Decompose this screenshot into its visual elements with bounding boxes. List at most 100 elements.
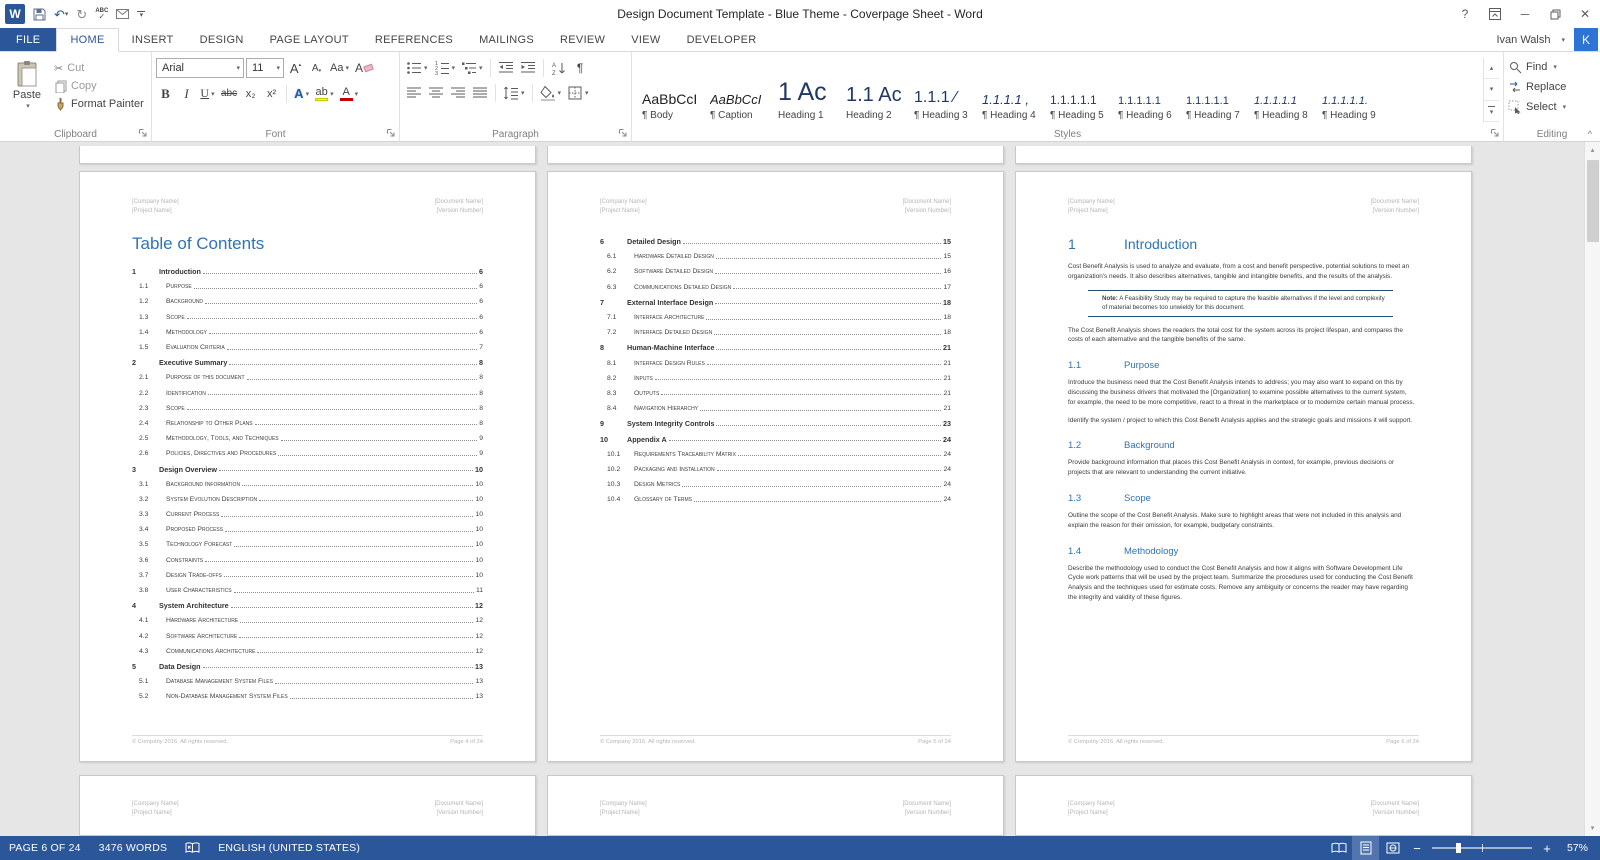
scrollbar-down-arrow[interactable]: ▾: [1585, 820, 1600, 836]
toc-entry[interactable]: 2 Executive Summary 8: [132, 355, 483, 370]
paste-button[interactable]: Paste ▾: [4, 58, 50, 125]
copy-button[interactable]: Copy: [54, 78, 144, 94]
tab-design[interactable]: DESIGN: [187, 28, 257, 51]
style-item-2[interactable]: AaBbCcI ¶ Caption: [704, 59, 770, 123]
page-introduction[interactable]: [Company Name] [Project Name] [Document N…: [1015, 171, 1472, 762]
highlight-color-button[interactable]: ab ▾: [313, 84, 336, 103]
font-name-combobox[interactable]: Arial ▾: [156, 58, 244, 78]
numbering-button[interactable]: 1 2 3 ▾: [432, 58, 458, 77]
toc-entry[interactable]: 2.2 Identification 8: [132, 386, 483, 401]
toc-entry[interactable]: 10 Appendix A 24: [600, 431, 951, 446]
toc-entry[interactable]: 6.2 Software Detailed Design 16: [600, 264, 951, 279]
toc-entry[interactable]: 4 System Architecture 12: [132, 598, 483, 613]
shading-button[interactable]: ▾: [538, 83, 564, 102]
toc-entry[interactable]: 2.1 Purpose of this document 8: [132, 370, 483, 385]
decrease-indent-button[interactable]: [496, 58, 516, 77]
minimize-button[interactable]: ─: [1510, 0, 1540, 28]
cut-button[interactable]: ✂ Cut: [54, 60, 144, 76]
print-layout-button[interactable]: [1352, 836, 1379, 860]
style-item-9[interactable]: 1.1.1.1.1 ¶ Heading 7: [1180, 59, 1246, 123]
toc-entry[interactable]: 8 Human-Machine Interface 21: [600, 340, 951, 355]
help-button[interactable]: ?: [1450, 0, 1480, 28]
toc-entry[interactable]: 3.5 Technology Forecast 10: [132, 537, 483, 552]
paragraph-dialog-launcher[interactable]: [618, 128, 628, 138]
close-button[interactable]: ✕: [1570, 0, 1600, 28]
toc-entry[interactable]: 6.3 Communications Detailed Design 17: [600, 280, 951, 295]
toc-entry[interactable]: 4.2 Software Architecture 12: [132, 629, 483, 644]
read-mode-button[interactable]: [1325, 836, 1352, 860]
zoom-slider-thumb[interactable]: [1456, 843, 1461, 853]
style-item-3[interactable]: 1 Ac Heading 1: [772, 59, 838, 123]
scrollbar-up-arrow[interactable]: ▴: [1585, 142, 1600, 158]
toc-entry[interactable]: 10.3 Design Metrics 24: [600, 477, 951, 492]
line-spacing-button[interactable]: ▾: [501, 83, 527, 102]
superscript-button[interactable]: x²: [262, 84, 281, 103]
style-item-5[interactable]: 1.1.1 ⁄ ¶ Heading 3: [908, 59, 974, 123]
increase-indent-button[interactable]: [518, 58, 538, 77]
format-painter-button[interactable]: Format Painter: [54, 96, 144, 112]
font-size-combobox[interactable]: 11 ▾: [246, 58, 284, 78]
tab-file[interactable]: FILE: [0, 28, 57, 51]
toc-entry[interactable]: 2.4 Relationship to Other Plans 8: [132, 416, 483, 431]
italic-button[interactable]: I: [177, 84, 196, 103]
font-dialog-launcher[interactable]: [386, 128, 396, 138]
customize-quick-access-button[interactable]: ▾: [137, 10, 146, 19]
align-right-button[interactable]: [448, 83, 468, 102]
styles-more-button[interactable]: ▾: [1484, 101, 1499, 122]
toc-entry[interactable]: 3.8 User Characteristics 11: [132, 583, 483, 598]
tab-references[interactable]: REFERENCES: [362, 28, 466, 51]
replace-button[interactable]: Replace: [1508, 78, 1596, 96]
toc-entry[interactable]: 10.1 Requirements Traceability Matrix 24: [600, 447, 951, 462]
show-hide-paragraph-button[interactable]: ¶: [571, 58, 590, 77]
toc-entry[interactable]: 8.2 Inputs 21: [600, 371, 951, 386]
toc-entry[interactable]: 10.4 Glossary of Terms 24: [600, 492, 951, 507]
avatar[interactable]: K: [1574, 28, 1598, 51]
styles-scroll-up-button[interactable]: ▴: [1484, 58, 1499, 80]
tab-home[interactable]: HOME: [56, 28, 119, 52]
strikethrough-button[interactable]: abc: [219, 84, 239, 103]
language-indicator[interactable]: ENGLISH (UNITED STATES): [209, 836, 369, 860]
toc-entry[interactable]: 5.1 Database Management System Files 13: [132, 674, 483, 689]
grow-font-button[interactable]: A ▴: [286, 59, 305, 78]
toc-entry[interactable]: 8.1 Interface Design Rules 21: [600, 356, 951, 371]
styles-scroll-down-button[interactable]: ▾: [1484, 79, 1499, 101]
word-app-icon[interactable]: W: [5, 4, 25, 24]
scrollbar-thumb[interactable]: [1586, 160, 1599, 242]
text-effects-button[interactable]: A ▾: [292, 84, 311, 103]
tab-mailings[interactable]: MAILINGS: [466, 28, 547, 51]
collapse-ribbon-button[interactable]: ^: [1588, 129, 1592, 139]
toc-entry[interactable]: 1.5 Evaluation Criteria 7: [132, 340, 483, 355]
align-center-button[interactable]: [426, 83, 446, 102]
sort-button[interactable]: AZ: [549, 58, 569, 77]
ribbon-display-options-button[interactable]: [1480, 0, 1510, 28]
zoom-in-button[interactable]: +: [1536, 841, 1558, 856]
clear-formatting-button[interactable]: A: [353, 59, 375, 78]
toc-entry[interactable]: 3 Design Overview 10: [132, 461, 483, 476]
toc-entry[interactable]: 5 Data Design 13: [132, 659, 483, 674]
toc-entry[interactable]: 3.4 Proposed Process 10: [132, 522, 483, 537]
spelling-grammar-button[interactable]: ABC ✓: [95, 8, 108, 21]
zoom-out-button[interactable]: −: [1406, 841, 1428, 856]
borders-button[interactable]: ▾: [565, 83, 591, 102]
page-toc-2[interactable]: [Company Name] [Project Name] [Document N…: [547, 171, 1004, 762]
save-button[interactable]: [33, 8, 46, 21]
toc-entry[interactable]: 1.4 Methodology 6: [132, 325, 483, 340]
restore-button[interactable]: [1540, 0, 1570, 28]
shrink-font-button[interactable]: A ▾: [307, 59, 326, 78]
email-button[interactable]: [116, 9, 130, 19]
toc-entry[interactable]: 3.6 Constraints 10: [132, 553, 483, 568]
undo-button[interactable]: ↶ ▾: [54, 8, 68, 21]
toc-entry[interactable]: 3.1 Background Information 10: [132, 477, 483, 492]
tab-developer[interactable]: DEVELOPER: [674, 28, 770, 51]
zoom-level[interactable]: 57%: [1558, 842, 1600, 854]
toc-entry[interactable]: 5.2 Non-Database Management System Files 1…: [132, 689, 483, 704]
proofing-status[interactable]: [176, 836, 209, 860]
tab-view[interactable]: VIEW: [618, 28, 673, 51]
page-indicator[interactable]: PAGE 6 OF 24: [0, 836, 90, 860]
toc-entry[interactable]: 2.5 Methodology, Tools, and Techniques 9: [132, 431, 483, 446]
toc-entry[interactable]: 3.2 System Evolution Description 10: [132, 492, 483, 507]
toc-entry[interactable]: 2.3 Scope 8: [132, 401, 483, 416]
tab-review[interactable]: REVIEW: [547, 28, 618, 51]
word-count[interactable]: 3476 WORDS: [90, 836, 177, 860]
toc-entry[interactable]: 6.1 Hardware Detailed Design 15: [600, 249, 951, 264]
